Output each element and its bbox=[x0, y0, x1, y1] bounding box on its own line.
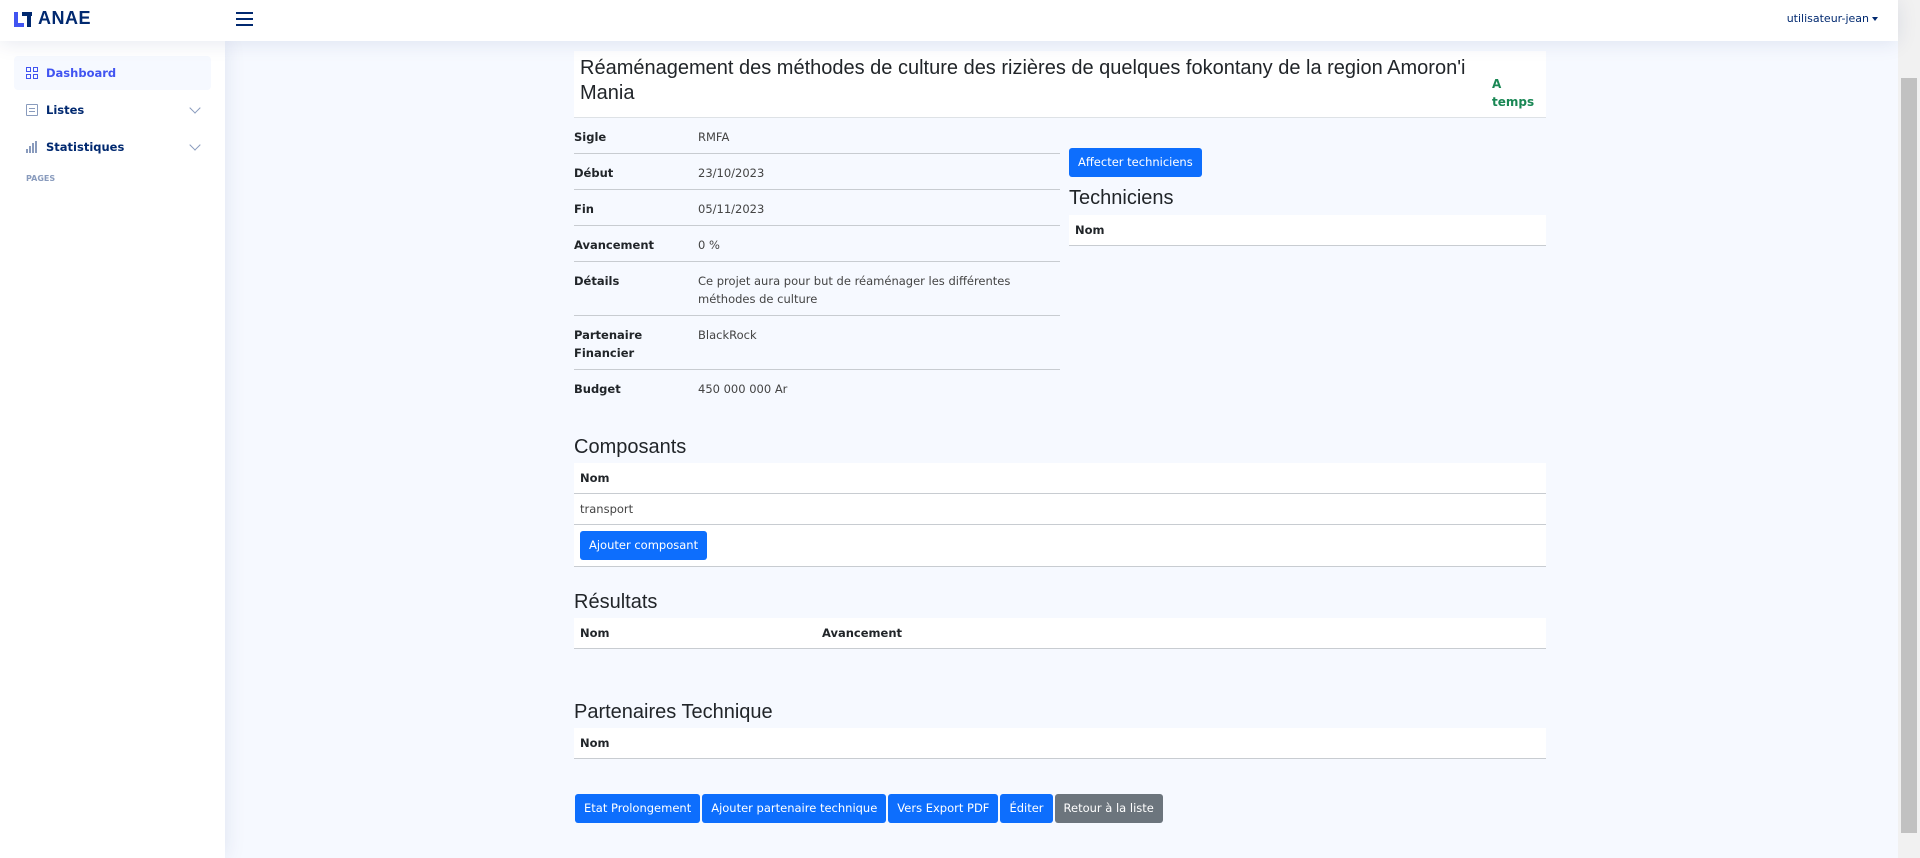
project-title: Réaménagement des méthodes de culture de… bbox=[580, 57, 1466, 104]
main-content: Réaménagement des méthodes de culture de… bbox=[574, 51, 1546, 823]
sidebar-item-dashboard[interactable]: Dashboard bbox=[14, 56, 211, 90]
techniciens-column-nom: Nom bbox=[1069, 215, 1546, 246]
detail-label: Partenaire Financier bbox=[574, 328, 643, 360]
detail-value: 23/10/2023 bbox=[698, 166, 765, 180]
sidebar-heading-pages: PAGES bbox=[26, 174, 56, 183]
editer-button[interactable]: Éditer bbox=[1000, 794, 1053, 823]
partenaires-column-nom: Nom bbox=[574, 728, 1546, 759]
detail-row-debut: Début 23/10/2023 bbox=[574, 154, 1060, 190]
toggle-sidebar-icon[interactable] bbox=[236, 11, 253, 27]
detail-value: BlackRock bbox=[698, 328, 757, 342]
resultats-column-avancement: Avancement bbox=[822, 626, 903, 640]
export-pdf-button[interactable]: Vers Export PDF bbox=[888, 794, 999, 823]
project-title-card: Réaménagement des méthodes de culture de… bbox=[574, 51, 1546, 118]
techniciens-heading: Techniciens bbox=[1069, 187, 1174, 209]
logo-icon bbox=[14, 10, 32, 28]
page-scrollbar[interactable] bbox=[1898, 0, 1920, 858]
sidebar: Dashboard Listes Statistiques PAGES bbox=[0, 41, 225, 858]
top-header: ANAE utilisateur-jean bbox=[0, 0, 1898, 41]
resultats-header-row: Nom Avancement bbox=[574, 618, 1546, 649]
user-name: utilisateur-jean bbox=[1786, 12, 1869, 25]
detail-row-avancement: Avancement 0 % bbox=[574, 226, 1060, 262]
list-icon bbox=[26, 104, 38, 116]
resultats-section: Résultats Nom Avancement bbox=[574, 591, 1546, 649]
bar-chart-icon bbox=[26, 141, 38, 153]
user-menu[interactable]: utilisateur-jean bbox=[1787, 12, 1878, 25]
ajouter-partenaire-technique-button[interactable]: Ajouter partenaire technique bbox=[702, 794, 887, 823]
scrollbar-thumb[interactable] bbox=[1901, 78, 1917, 833]
logo-text: ANAE bbox=[38, 8, 92, 28]
detail-row-fin: Fin 05/11/2023 bbox=[574, 190, 1060, 226]
grid-icon bbox=[26, 67, 38, 79]
project-details-table: Sigle RMFA Début 23/10/2023 Fin 05/11/20… bbox=[574, 118, 1060, 405]
composants-heading: Composants bbox=[574, 436, 687, 458]
app-logo[interactable]: ANAE bbox=[14, 8, 91, 29]
resultats-heading: Résultats bbox=[574, 591, 658, 613]
detail-value: RMFA bbox=[698, 130, 730, 144]
detail-value: 450 000 000 Ar bbox=[698, 382, 788, 396]
sidebar-item-label: Statistiques bbox=[46, 140, 125, 154]
detail-label: Fin bbox=[574, 202, 594, 216]
sidebar-item-label: Listes bbox=[46, 103, 85, 117]
composants-column-nom: Nom bbox=[574, 463, 1546, 494]
caret-down-icon bbox=[1872, 17, 1878, 21]
detail-label: Avancement bbox=[574, 238, 655, 252]
status-badge: A temps bbox=[1492, 77, 1535, 109]
detail-label: Sigle bbox=[574, 130, 607, 144]
techniciens-section: Affecter techniciens Techniciens Nom bbox=[1069, 148, 1546, 246]
composants-section: Composants Nom transport Ajouter composa… bbox=[574, 436, 1546, 567]
ajouter-composant-button[interactable]: Ajouter composant bbox=[580, 531, 708, 560]
detail-label: Budget bbox=[574, 382, 621, 396]
sidebar-item-listes[interactable]: Listes bbox=[14, 93, 211, 127]
table-row: transport bbox=[574, 494, 1546, 525]
etat-prolongement-button[interactable]: Etat Prolongement bbox=[575, 794, 701, 823]
detail-row-budget: Budget 450 000 000 Ar bbox=[574, 370, 1060, 405]
detail-row-sigle: Sigle RMFA bbox=[574, 118, 1060, 154]
detail-label: Début bbox=[574, 166, 614, 180]
chevron-down-icon bbox=[189, 139, 201, 151]
resultats-column-nom: Nom bbox=[580, 626, 610, 640]
bottom-actions: Etat Prolongement Ajouter partenaire tec… bbox=[575, 794, 1163, 823]
retour-liste-button[interactable]: Retour à la liste bbox=[1054, 794, 1163, 823]
detail-label: Détails bbox=[574, 274, 620, 288]
affecter-techniciens-button[interactable]: Affecter techniciens bbox=[1069, 148, 1202, 177]
sidebar-item-statistiques[interactable]: Statistiques bbox=[14, 130, 211, 164]
table-row: Ajouter composant bbox=[574, 525, 1546, 567]
detail-value: Ce projet aura pour but de réaménager le… bbox=[698, 274, 1011, 306]
detail-row-partenaire-financier: Partenaire Financier BlackRock bbox=[574, 316, 1060, 370]
partenaires-section: Partenaires Technique Nom bbox=[574, 701, 1546, 759]
sidebar-item-label: Dashboard bbox=[46, 66, 117, 80]
chevron-down-icon bbox=[189, 102, 201, 114]
partenaires-heading: Partenaires Technique bbox=[574, 701, 773, 723]
detail-value: 05/11/2023 bbox=[698, 202, 765, 216]
detail-row-details: Détails Ce projet aura pour but de réamé… bbox=[574, 262, 1060, 316]
detail-value: 0 % bbox=[698, 238, 720, 252]
